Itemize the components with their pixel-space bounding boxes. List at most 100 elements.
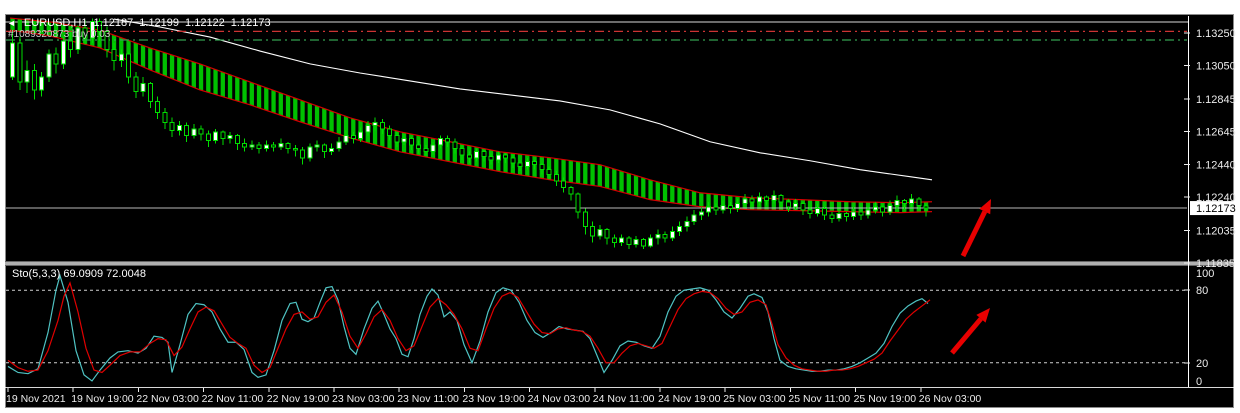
ribbon-bar <box>39 16 43 266</box>
candle-body <box>612 238 616 243</box>
price-axis-label: 1.12645 <box>1196 126 1236 138</box>
ribbon-bar <box>532 16 536 266</box>
ribbon-bar <box>757 16 761 266</box>
candle-body <box>583 212 587 227</box>
candle-body <box>380 122 384 129</box>
mt4-screenshot-page: { "header": { "one_click_icon": "◄", "sy… <box>0 0 1240 413</box>
time-axis-label: 24 Nov 11:00 <box>593 393 655 405</box>
candle-body <box>714 207 718 210</box>
ribbon-bar <box>460 16 464 266</box>
candle-body <box>699 212 703 215</box>
candle-body <box>337 142 341 149</box>
candle-body <box>634 239 638 244</box>
time-axis-label: 24 Nov 03:00 <box>528 393 591 405</box>
ribbon-bar <box>873 16 877 266</box>
ribbon-bar <box>815 16 819 266</box>
candle-body <box>308 147 312 158</box>
ribbon-bar <box>902 16 906 266</box>
ribbon-bar <box>25 16 29 266</box>
ribbon-bar <box>97 16 101 266</box>
candle-body <box>917 199 921 206</box>
indicator-scale-label: 20 <box>1196 358 1208 370</box>
ribbon-bar <box>518 16 522 266</box>
candle-body <box>257 145 261 148</box>
candle-body <box>301 150 305 158</box>
ribbon-bar <box>793 16 797 266</box>
time-axis-label: 22 Nov 03:00 <box>136 393 199 405</box>
ribbon-bar <box>496 16 500 266</box>
stochastic-k-line <box>8 276 928 381</box>
time-axis-label: 23 Nov 03:00 <box>332 393 395 405</box>
ribbon-bar <box>612 16 616 266</box>
candle-body <box>235 135 239 143</box>
candle-body <box>11 43 15 77</box>
candle-body <box>881 207 885 212</box>
ribbon-bar <box>90 16 94 266</box>
candlestick-series[interactable] <box>11 18 929 249</box>
ribbon-bar <box>366 16 370 266</box>
candle-body <box>496 155 500 160</box>
trend-arrow-main[interactable] <box>963 199 991 256</box>
candle-body <box>815 209 819 214</box>
ribbon-bar <box>322 16 326 266</box>
chart-canvas[interactable]: 1.132501.130501.128451.126451.124401.122… <box>0 0 1240 413</box>
candle-body <box>206 134 210 141</box>
candle-body <box>32 70 36 90</box>
ribbon-bar <box>888 16 892 266</box>
open-order-label[interactable]: #1089320873 buy 0.03 <box>8 29 110 40</box>
arrow-shaft <box>952 319 981 353</box>
time-axis-label: 19 Nov 2021 <box>6 393 66 405</box>
ribbon-bar <box>503 16 507 266</box>
ribbon-bar <box>329 16 333 266</box>
candle-body <box>757 197 761 202</box>
candle-body <box>409 139 413 146</box>
ribbon-bar <box>482 16 486 266</box>
candle-body <box>562 181 566 188</box>
ribbon-bar <box>909 16 913 266</box>
candle-body <box>69 41 73 49</box>
candle-body <box>656 235 660 238</box>
ribbon-bar <box>424 16 428 266</box>
candle-body <box>228 135 232 138</box>
ribbon-bar <box>380 16 384 266</box>
indicator-scale-label: 100 <box>1196 268 1214 280</box>
candle-body <box>830 215 834 218</box>
candle-body <box>54 54 58 64</box>
trend-arrow-indicator[interactable] <box>952 308 990 353</box>
candle-body <box>148 83 152 101</box>
ribbon-bar <box>699 16 703 266</box>
ribbon-bar <box>271 16 275 266</box>
chart-title-line: ◄ EURUSD,H1 1.12187 1.12199 1.12122 1.12… <box>7 17 271 29</box>
indicator-scale-label: 80 <box>1196 285 1208 297</box>
candle-body <box>199 129 203 134</box>
candle-body <box>518 163 522 166</box>
ohlc-high: 1.12199 <box>139 17 179 29</box>
candle-body <box>344 135 348 142</box>
candle-body <box>243 144 247 147</box>
candle-body <box>438 139 442 146</box>
ribbon-bar <box>569 16 573 266</box>
ma-ribbon <box>10 16 928 266</box>
ribbon-bar <box>170 16 174 266</box>
candle-body <box>794 204 798 207</box>
candle-body <box>765 197 769 200</box>
ribbon-bar <box>511 16 515 266</box>
time-axis-label: 23 Nov 11:00 <box>397 393 459 405</box>
ribbon-bar <box>786 16 790 266</box>
candle-body <box>721 205 725 210</box>
candle-body <box>214 132 218 140</box>
one-click-trading-icon[interactable]: ◄ <box>7 18 16 28</box>
candle-body <box>924 206 928 208</box>
candle-body <box>525 161 529 166</box>
price-axis[interactable]: 1.132501.130501.128451.126451.124401.122… <box>1184 28 1236 270</box>
ribbon-bar <box>750 16 754 266</box>
ribbon-bar <box>177 16 181 266</box>
candle-body <box>808 210 812 213</box>
ribbon-bar <box>525 16 529 266</box>
candle-body <box>170 122 174 130</box>
candle-body <box>119 54 123 61</box>
current-price-tag-text: 1.12173 <box>1196 203 1236 215</box>
ribbon-bar <box>648 16 652 266</box>
time-axis[interactable]: 19 Nov 202119 Nov 19:0022 Nov 03:0022 No… <box>6 388 981 405</box>
candle-body <box>663 235 667 238</box>
